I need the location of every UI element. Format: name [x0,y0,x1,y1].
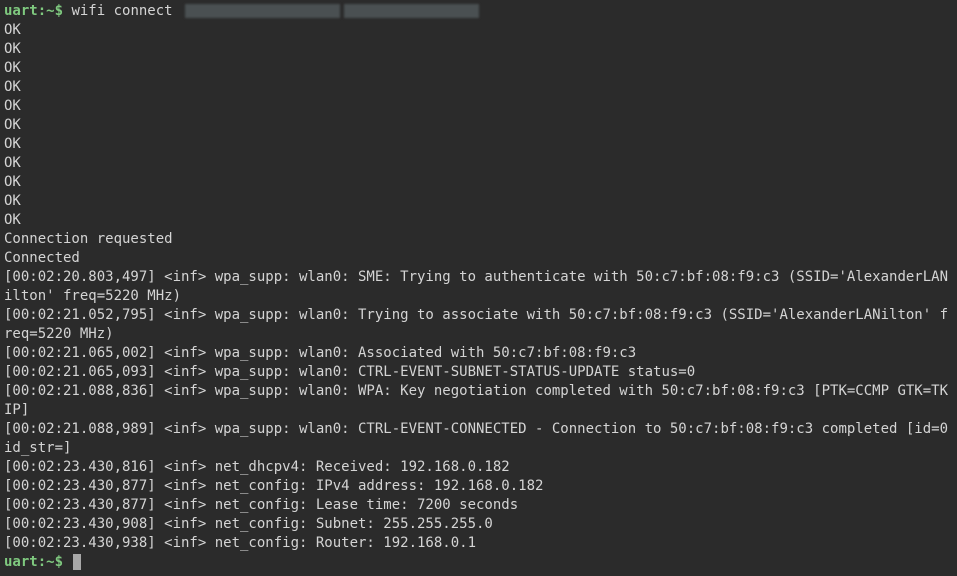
command-text: wifi connect [71,3,172,19]
ok-line: OK [4,59,953,78]
redacted-arg-1 [185,4,340,18]
redacted-arg-2 [344,4,479,18]
log-line: [00:02:21.065,093] <inf> wpa_supp: wlan0… [4,363,953,382]
log-line: [00:02:21.088,989] <inf> wpa_supp: wlan0… [4,420,953,458]
ok-line: OK [4,154,953,173]
ok-line: OK [4,173,953,192]
status-connection-requested: Connection requested [4,230,953,249]
log-output-block: [00:02:20.803,497] <inf> wpa_supp: wlan0… [4,268,953,553]
ok-line: OK [4,97,953,116]
ok-output-block: OKOKOKOKOKOKOKOKOKOKOK [4,21,953,230]
prompt-line-1[interactable]: uart:~$ wifi connect [4,2,953,21]
ok-line: OK [4,192,953,211]
log-line: [00:02:20.803,497] <inf> wpa_supp: wlan0… [4,268,953,306]
ok-line: OK [4,40,953,59]
log-line: [00:02:21.088,836] <inf> wpa_supp: wlan0… [4,382,953,420]
ok-line: OK [4,78,953,97]
prompt-host: uart:~$ [4,554,63,570]
ok-line: OK [4,211,953,230]
cursor [73,554,81,570]
log-line: [00:02:23.430,938] <inf> net_config: Rou… [4,534,953,553]
log-line: [00:02:23.430,908] <inf> net_config: Sub… [4,515,953,534]
status-connected: Connected [4,249,953,268]
prompt-line-2[interactable]: uart:~$ [4,553,953,572]
log-line: [00:02:23.430,877] <inf> net_config: Lea… [4,496,953,515]
ok-line: OK [4,135,953,154]
log-line: [00:02:21.052,795] <inf> wpa_supp: wlan0… [4,306,953,344]
prompt-host: uart:~$ [4,3,63,19]
log-line: [00:02:21.065,002] <inf> wpa_supp: wlan0… [4,344,953,363]
ok-line: OK [4,116,953,135]
ok-line: OK [4,21,953,40]
log-line: [00:02:23.430,816] <inf> net_dhcpv4: Rec… [4,458,953,477]
log-line: [00:02:23.430,877] <inf> net_config: IPv… [4,477,953,496]
